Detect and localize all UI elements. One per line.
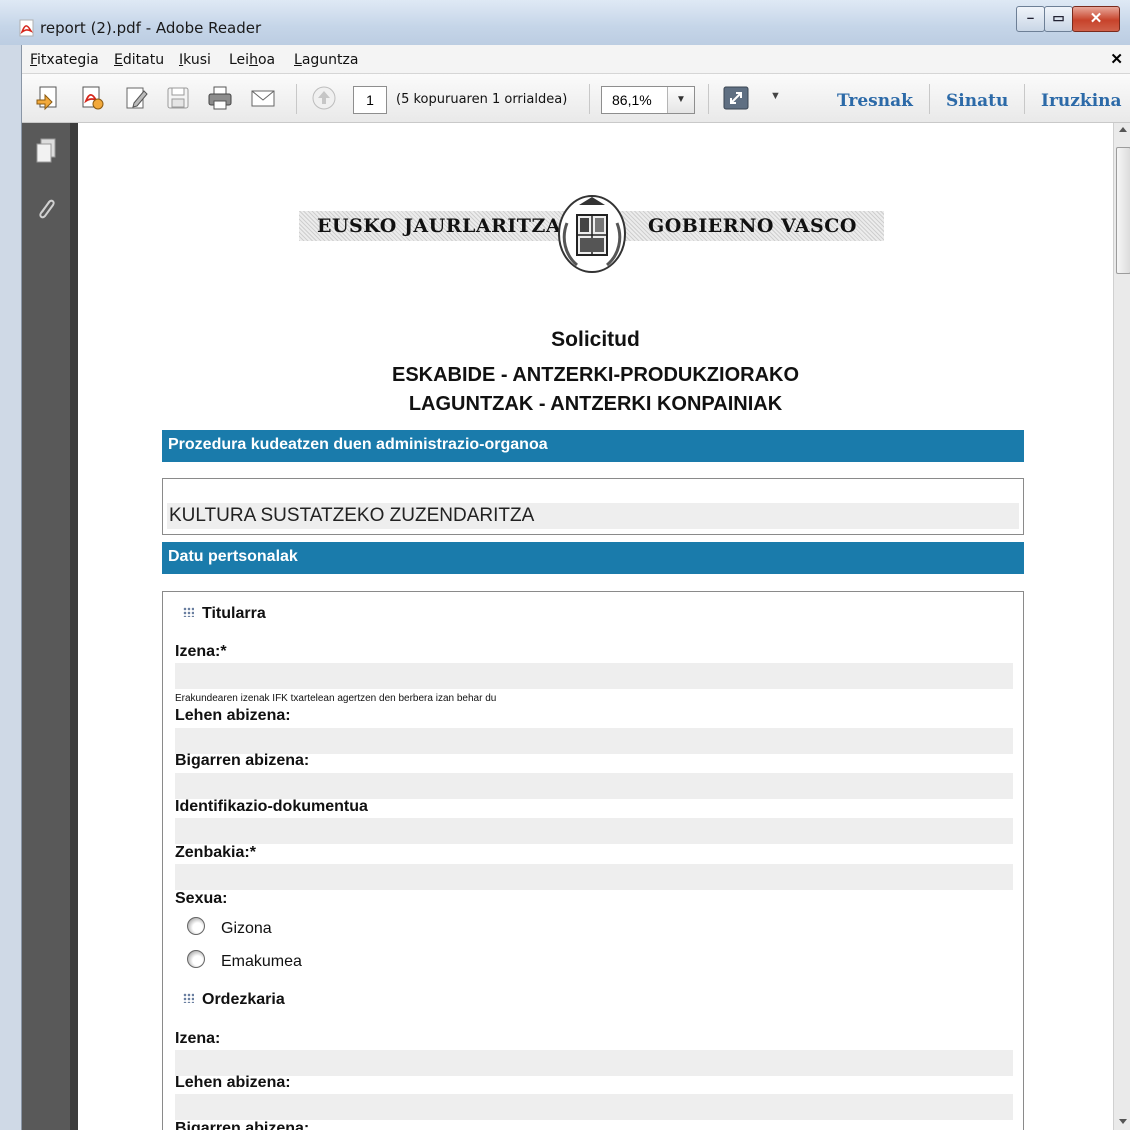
admin-body-box: KULTURA SUSTATZEKO ZUZENDARITZA (162, 478, 1024, 535)
menu-edit[interactable]: Editatu (114, 52, 164, 68)
comment-link[interactable]: Iruzkina (1041, 91, 1122, 111)
adobe-reader-icon (19, 19, 34, 37)
scroll-down-icon[interactable] (1119, 1119, 1127, 1124)
pane-divider[interactable] (70, 123, 78, 1130)
holder-id-document-label: Identifikazio-dokumentua (175, 798, 368, 815)
rep-surname2-label: Bigarren abizena: (175, 1120, 310, 1130)
rep-name-input[interactable] (175, 1050, 1013, 1076)
toolbar-separator (296, 84, 297, 114)
print-icon[interactable] (206, 84, 234, 112)
save-icon[interactable] (164, 84, 192, 112)
grid-dots-icon (183, 607, 194, 617)
edit-icon[interactable] (122, 84, 150, 112)
grid-dots-icon (183, 993, 194, 1003)
tools-link[interactable]: Tresnak (837, 91, 913, 111)
sex-option-male: Gizona (221, 920, 272, 937)
menu-view[interactable]: Ikusi (179, 52, 211, 68)
document-title: Solicitud (551, 328, 640, 351)
coat-of-arms-icon (558, 195, 626, 273)
holder-surname2-input[interactable] (175, 773, 1013, 799)
email-icon[interactable] (249, 84, 277, 112)
holder-sex-label: Sexua: (175, 890, 228, 907)
rep-surname1-input[interactable] (175, 1094, 1013, 1120)
holder-surname1-label: Lehen abizena: (175, 707, 291, 724)
page-count-label: (5 kopuruaren 1 orrialdea) (396, 92, 568, 107)
zoom-select[interactable]: 86,1% ▼ (601, 86, 695, 114)
toolbar: 1 (5 kopuruaren 1 orrialdea) 86,1% ▼ ▼ T… (22, 74, 1130, 123)
holder-surname2-label: Bigarren abizena: (175, 752, 310, 769)
close-document-icon[interactable]: ✕ (1110, 50, 1123, 68)
holder-name-label: Izena:* (175, 643, 227, 660)
document-subtitle-line1: ESKABIDE - ANTZERKI-PRODUKZIORAKO (391, 364, 800, 386)
holder-surname1-input[interactable] (175, 728, 1013, 754)
pages-icon[interactable] (34, 137, 58, 165)
logo-text-spanish: GOBIERNO VASCO (648, 215, 857, 237)
admin-body-field[interactable]: KULTURA SUSTATZEKO ZUZENDARITZA (167, 503, 1019, 529)
menu-window[interactable]: Leihoa (229, 52, 275, 68)
holder-id-document-input[interactable] (175, 818, 1013, 844)
toolbar-separator (1024, 84, 1025, 114)
minimize-button[interactable]: – (1016, 6, 1045, 32)
vertical-scrollbar[interactable] (1113, 123, 1130, 1130)
toolbar-separator (708, 84, 709, 114)
sex-radio-female[interactable] (187, 950, 205, 968)
subsection-holder: Titularra (183, 605, 266, 623)
sex-radio-male[interactable] (187, 917, 205, 935)
previous-page-icon[interactable] (310, 84, 338, 112)
maximize-icon: ▭ (1052, 10, 1065, 25)
logo-text-basque: EUSKO JAURLARITZA (317, 215, 562, 237)
holder-number-label: Zenbakia:* (175, 844, 256, 861)
sign-link[interactable]: Sinatu (946, 91, 1008, 111)
holder-number-input[interactable] (175, 864, 1013, 890)
holder-name-input[interactable] (175, 663, 1013, 689)
scroll-thumb[interactable] (1116, 147, 1130, 274)
subsection-representative: Ordezkaria (183, 991, 285, 1009)
open-icon[interactable] (34, 84, 62, 112)
chevron-down-icon[interactable]: ▼ (667, 87, 694, 113)
rep-surname1-label: Lehen abizena: (175, 1074, 291, 1091)
government-logo: EUSKO JAURLARITZA GOBIERNO VASCO (299, 193, 884, 275)
attachment-icon[interactable] (34, 195, 58, 223)
window-title-bar[interactable]: report (2).pdf - Adobe Reader – ▭ ✕ (0, 0, 1130, 45)
sex-option-female: Emakumea (221, 953, 302, 970)
document-subtitle-line2: LAGUNTZAK - ANTZERKI KONPAINIAK (408, 393, 783, 415)
document-view[interactable]: EUSKO JAURLARITZA GOBIERNO VASCO Solicit… (78, 123, 1113, 1130)
scroll-up-icon[interactable] (1119, 127, 1127, 132)
navigation-pane (22, 123, 70, 1130)
toolbar-separator (589, 84, 590, 114)
section-header-personal-data: Datu pertsonalak (162, 542, 1024, 574)
close-icon: ✕ (1089, 10, 1103, 27)
close-window-button[interactable]: ✕ (1072, 6, 1120, 32)
section-header-admin-body: Prozedura kudeatzen duen administrazio-o… (162, 430, 1024, 462)
holder-name-hint: Erakundearen izenak IFK txartelean agert… (175, 693, 497, 704)
menu-file[interactable]: Fitxategia (30, 52, 99, 68)
menu-help[interactable]: Laguntza (294, 52, 358, 68)
create-pdf-icon[interactable] (78, 84, 106, 112)
rep-name-label: Izena: (175, 1030, 221, 1047)
full-screen-icon[interactable] (722, 84, 750, 112)
application-client-area: Fitxategia Editatu Ikusi Leihoa Laguntza… (21, 45, 1130, 1130)
toolbar-separator (929, 84, 930, 114)
page-number-input[interactable]: 1 (353, 86, 387, 114)
menu-bar: Fitxategia Editatu Ikusi Leihoa Laguntza… (22, 45, 1130, 74)
zoom-value: 86,1% (612, 92, 652, 108)
window-title: report (2).pdf - Adobe Reader (40, 19, 262, 37)
maximize-button[interactable]: ▭ (1044, 6, 1073, 32)
customize-toolbar-icon[interactable]: ▼ (770, 90, 781, 102)
minimize-icon: – (1026, 10, 1035, 25)
